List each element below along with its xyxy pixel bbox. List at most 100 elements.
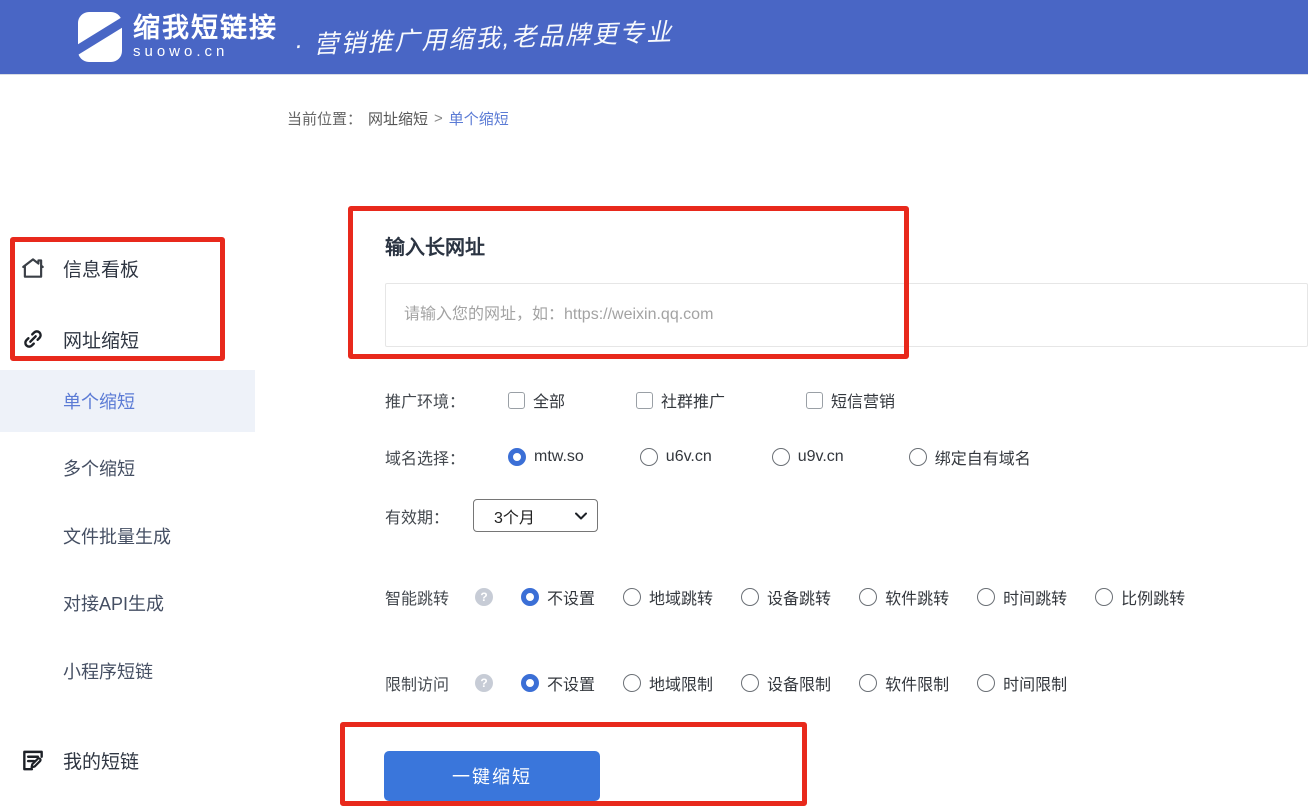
checkbox-icon[interactable] xyxy=(508,391,525,409)
radio-icon[interactable] xyxy=(741,674,760,692)
sidebar-item-label: 多个缩短 xyxy=(63,459,135,479)
radio-option-time-jump[interactable]: 时间跳转 xyxy=(977,585,1067,609)
checkbox-icon[interactable] xyxy=(636,391,654,409)
radio-label: 绑定自有域名 xyxy=(934,451,1031,468)
validity-selected-value: 3个月 xyxy=(494,509,535,527)
radio-label: mtw.so xyxy=(534,448,584,465)
radio-label: 比例跳转 xyxy=(1121,591,1186,608)
radio-label: 地域跳转 xyxy=(649,591,714,608)
sidebar-item-api-generate[interactable]: 对接API生成 xyxy=(0,588,255,618)
radio-label: 设备限制 xyxy=(767,677,832,694)
validity-select[interactable]: 3个月 xyxy=(473,499,598,532)
radio-icon[interactable] xyxy=(977,674,996,692)
radio-label: 地域限制 xyxy=(649,677,714,694)
radio-option-software-jump[interactable]: 软件跳转 xyxy=(859,585,949,609)
radio-option-ratio-jump[interactable]: 比例跳转 xyxy=(1095,585,1185,609)
radio-selected-icon[interactable] xyxy=(521,674,540,692)
checkbox-label: 社群推广 xyxy=(661,394,726,411)
radio-icon[interactable] xyxy=(639,448,658,466)
radio-option-mtw-so[interactable]: mtw.so xyxy=(508,448,584,466)
breadcrumb: 当前位置： 网址缩短 > 单个缩短 xyxy=(287,108,509,129)
radio-option-no-setting[interactable]: 不设置 xyxy=(521,585,595,609)
long-url-input[interactable] xyxy=(385,283,1308,347)
radio-selected-icon[interactable] xyxy=(521,588,540,606)
breadcrumb-separator: > xyxy=(434,110,443,127)
promo-env-label: 推广环境： xyxy=(385,394,466,411)
sidebar-item-single-shorten[interactable]: 单个缩短 xyxy=(0,386,255,416)
breadcrumb-current-link[interactable]: 单个缩短 xyxy=(449,108,509,129)
radio-option-region-jump[interactable]: 地域跳转 xyxy=(623,585,713,609)
smart-jump-row: 智能跳转 不设置 地域跳转 设备跳转 软件跳转 时间跳转 比例跳转 xyxy=(385,585,1185,609)
radio-label: 时间限制 xyxy=(1003,677,1068,694)
radio-option-device-restrict[interactable]: 设备限制 xyxy=(741,671,831,695)
brand-tagline: · 营销推广用缩我,老品牌更专业 xyxy=(293,18,674,60)
breadcrumb-prefix: 当前位置： xyxy=(287,111,363,128)
checkbox-label: 全部 xyxy=(533,394,566,411)
breadcrumb-parent-link[interactable]: 网址缩短 xyxy=(368,108,428,129)
chevron-down-icon xyxy=(575,512,587,519)
section-title-long-url: 输入长网址 xyxy=(385,237,485,259)
radio-option-no-restrict[interactable]: 不设置 xyxy=(521,671,595,695)
sidebar-nav: 信息看板 网址缩短 单个缩短 多个缩短 文件批量生成 对接API生成 小程序短链… xyxy=(0,75,255,810)
radio-icon[interactable] xyxy=(623,588,642,606)
radio-option-region-restrict[interactable]: 地域限制 xyxy=(623,671,713,695)
radio-icon[interactable] xyxy=(623,674,642,692)
sidebar-item-my-links[interactable]: 我的短链 xyxy=(0,745,255,775)
radio-label: 软件限制 xyxy=(885,677,950,694)
question-icon[interactable] xyxy=(475,674,494,692)
radio-icon[interactable] xyxy=(908,448,927,466)
domain-select-label: 域名选择： xyxy=(385,451,466,468)
checkbox-option-sms[interactable]: 短信营销 xyxy=(806,388,895,412)
radio-selected-icon[interactable] xyxy=(508,448,526,466)
sidebar-item-label: 信息看板 xyxy=(63,259,140,281)
checkbox-icon[interactable] xyxy=(806,391,824,409)
question-icon[interactable] xyxy=(475,588,494,606)
radio-icon[interactable] xyxy=(771,448,790,466)
sidebar-item-label: 我的短链 xyxy=(63,751,140,773)
radio-label: 设备跳转 xyxy=(767,591,832,608)
home-icon xyxy=(22,258,44,278)
radio-icon[interactable] xyxy=(1095,588,1114,606)
sidebar-item-label: 对接API生成 xyxy=(63,594,165,614)
sidebar-item-label: 单个缩短 xyxy=(63,392,135,412)
radio-icon[interactable] xyxy=(977,588,996,606)
radio-icon[interactable] xyxy=(741,588,760,606)
validity-row: 有效期： 3个月 xyxy=(385,499,598,532)
page: 缩我短链接 suowo.cn · 营销推广用缩我,老品牌更专业 信息看板 网址缩… xyxy=(0,0,1308,810)
radio-option-custom-domain[interactable]: 绑定自有域名 xyxy=(908,445,1031,469)
sidebar-item-multi-shorten[interactable]: 多个缩短 xyxy=(0,453,255,483)
brand-text: 缩我短链接 suowo.cn xyxy=(133,12,278,61)
restrict-access-row: 限制访问 不设置 地域限制 设备限制 软件限制 时间限制 xyxy=(385,671,1067,695)
sidebar-item-miniprogram-link[interactable]: 小程序短链 xyxy=(0,656,255,686)
radio-option-u6v-cn[interactable]: u6v.cn xyxy=(639,448,712,466)
restrict-access-label: 限制访问 xyxy=(385,677,450,694)
radio-icon[interactable] xyxy=(859,674,878,692)
radio-label: 不设置 xyxy=(547,677,596,694)
sidebar-item-label: 文件批量生成 xyxy=(63,527,171,547)
smart-jump-label: 智能跳转 xyxy=(385,591,450,608)
brand-name: 缩我短链接 xyxy=(133,12,278,43)
radio-option-device-jump[interactable]: 设备跳转 xyxy=(741,585,831,609)
radio-option-software-restrict[interactable]: 软件限制 xyxy=(859,671,949,695)
radio-option-u9v-cn[interactable]: u9v.cn xyxy=(771,448,844,466)
brand-domain: suowo.cn xyxy=(133,43,229,61)
radio-icon[interactable] xyxy=(859,588,878,606)
sidebar-item-label: 小程序短链 xyxy=(63,662,153,682)
checkbox-label: 短信营销 xyxy=(831,394,896,411)
radio-label: 软件跳转 xyxy=(885,591,950,608)
top-header-bar: 缩我短链接 suowo.cn · 营销推广用缩我,老品牌更专业 xyxy=(0,0,1308,75)
checkbox-option-community[interactable]: 社群推广 xyxy=(636,388,725,412)
link-icon xyxy=(24,330,42,348)
radio-option-time-restrict[interactable]: 时间限制 xyxy=(977,671,1067,695)
sidebar-item-dashboard[interactable]: 信息看板 xyxy=(0,253,255,283)
sidebar-item-file-batch[interactable]: 文件批量生成 xyxy=(0,521,255,551)
doc-edit-icon xyxy=(23,750,43,771)
sidebar-item-url-shorten[interactable]: 网址缩短 xyxy=(0,324,255,354)
brand-logo[interactable]: 缩我短链接 suowo.cn xyxy=(78,12,278,62)
sidebar-item-label: 网址缩短 xyxy=(63,330,140,352)
radio-label: u6v.cn xyxy=(665,448,712,465)
shorten-submit-button[interactable]: 一键缩短 xyxy=(384,751,600,801)
checkbox-option-all[interactable]: 全部 xyxy=(508,388,565,412)
promo-env-row: 推广环境： 全部 社群推广 短信营销 xyxy=(385,388,895,412)
domain-select-row: 域名选择： mtw.so u6v.cn u9v.cn 绑定自有域名 xyxy=(385,445,1031,469)
